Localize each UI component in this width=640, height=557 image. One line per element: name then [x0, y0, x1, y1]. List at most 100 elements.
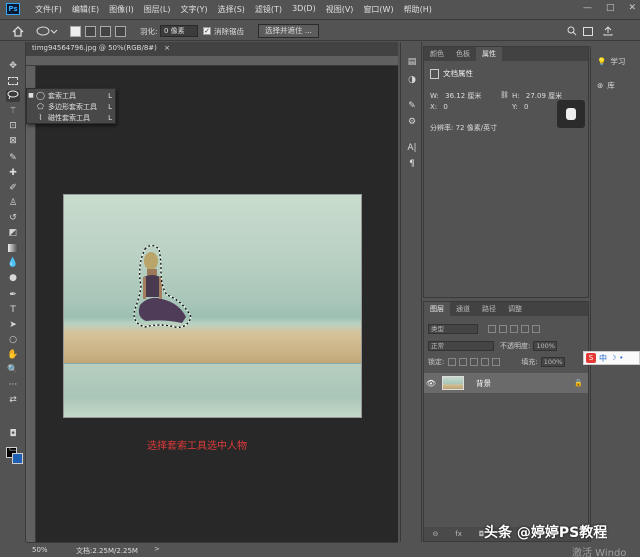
paragraph-panel-icon[interactable]: ¶ [405, 158, 419, 170]
blend-mode-select[interactable]: 正常 [428, 341, 494, 351]
status-menu-arrow-icon[interactable]: > [154, 545, 160, 553]
link-icon[interactable]: ⊝ [432, 530, 438, 538]
feather-input[interactable]: 0 像素 [160, 25, 198, 37]
smart-object-filter-icon[interactable] [532, 325, 540, 333]
select-and-mask-button[interactable]: 选择并遮住 ... [258, 24, 320, 38]
menu-filter[interactable]: 滤镜(T) [250, 4, 287, 15]
adjustment-filter-icon[interactable] [499, 325, 507, 333]
clone-stamp-icon[interactable]: ♙ [6, 197, 20, 209]
character-panel-icon[interactable]: A| [405, 142, 419, 154]
dodge-tool-icon[interactable]: ● [6, 272, 20, 284]
menu-type[interactable]: 文字(Y) [175, 4, 212, 15]
magic-wand-icon[interactable]: ⚚ [6, 105, 20, 117]
lock-transparent-icon[interactable] [448, 358, 457, 366]
fill-input[interactable]: 100% [540, 357, 565, 367]
search-icon[interactable] [567, 24, 577, 38]
lock-position-icon[interactable] [470, 358, 479, 366]
home-icon[interactable] [12, 24, 24, 38]
swap-colors-icon[interactable]: ⇄ [6, 394, 20, 406]
menu-view[interactable]: 视图(V) [321, 4, 359, 15]
menu-image[interactable]: 图像(I) [104, 4, 139, 15]
tab-layers[interactable]: 图层 [424, 302, 450, 316]
intersect-selection-icon[interactable] [115, 24, 126, 38]
tab-swatches[interactable]: 色板 [450, 47, 476, 61]
more-tools-icon[interactable]: ··· [6, 379, 20, 391]
new-selection-icon[interactable] [70, 24, 81, 38]
flyout-item-lasso[interactable]: ■ ◯ 套索工具 L [27, 90, 115, 101]
height-field[interactable]: H: 27.09 厘米 [512, 91, 562, 101]
workspace-icon[interactable] [583, 24, 593, 38]
cloud-document-icon[interactable] [557, 100, 585, 128]
add-selection-icon[interactable] [85, 24, 96, 38]
menu-select[interactable]: 选择(S) [213, 4, 250, 15]
document-tab[interactable]: timg94564796.jpg @ 50%(RGB/8#) × [26, 42, 398, 56]
ime-punct-icon[interactable]: • [619, 354, 623, 362]
history-panel-icon[interactable]: ▤ [405, 56, 419, 68]
lock-pixels-icon[interactable] [459, 358, 468, 366]
menu-file[interactable]: 文件(F) [30, 4, 67, 15]
menu-layer[interactable]: 图层(L) [139, 4, 176, 15]
menu-help[interactable]: 帮助(H) [399, 4, 437, 15]
fx-icon[interactable]: fx [455, 530, 462, 538]
close-tab-icon[interactable]: × [164, 44, 170, 52]
type-filter-icon[interactable] [510, 325, 518, 333]
share-icon[interactable] [603, 24, 613, 38]
eraser-tool-icon[interactable]: ◩ [6, 227, 20, 239]
tab-paths[interactable]: 路径 [476, 302, 502, 316]
pen-tool-icon[interactable]: ✒ [6, 289, 20, 301]
history-brush-icon[interactable]: ↺ [6, 212, 20, 224]
clone-source-icon[interactable]: ⚙ [405, 116, 419, 128]
close-button[interactable]: ✕ [628, 3, 636, 13]
ime-logo-icon[interactable]: S [586, 353, 596, 363]
menu-edit[interactable]: 编辑(E) [67, 4, 104, 15]
antialias-checkbox[interactable]: ✓ 消除锯齿 [203, 24, 244, 38]
lock-artboard-icon[interactable] [481, 358, 490, 366]
layer-lock-icon[interactable]: 🔒 [574, 379, 588, 387]
flyout-item-polygonal-lasso[interactable]: ⬠ 多边形套索工具 L [27, 101, 115, 112]
tab-channels[interactable]: 通道 [450, 302, 476, 316]
move-tool-icon[interactable]: ✥ [6, 60, 20, 72]
width-field[interactable]: W: 36.12 厘米 [430, 91, 481, 101]
layer-name[interactable]: 背景 [476, 378, 574, 389]
zoom-level[interactable]: 50% [32, 546, 48, 554]
tab-adjustments[interactable]: 调整 [502, 302, 528, 316]
opacity-input[interactable]: 100% [533, 341, 558, 351]
maximize-button[interactable]: □ [606, 3, 615, 13]
minimize-button[interactable]: — [583, 3, 592, 13]
eyedropper-icon[interactable]: ✎ [6, 152, 20, 164]
x-field[interactable]: X: 0 [430, 103, 448, 111]
y-field[interactable]: Y: 0 [512, 103, 528, 111]
gradient-tool-icon[interactable] [6, 242, 20, 254]
libraries-panel-button[interactable]: ⊛ 库 [597, 80, 615, 91]
adjustments-panel-icon[interactable]: ◑ [405, 74, 419, 86]
zoom-tool-icon[interactable]: 🔍 [6, 364, 20, 376]
tool-preset-lasso-icon[interactable] [36, 24, 58, 38]
lasso-tool-icon[interactable] [6, 90, 20, 102]
layer-row-background[interactable]: 👁 背景 🔒 [424, 373, 588, 393]
pixel-filter-icon[interactable] [488, 325, 496, 333]
flyout-item-magnetic-lasso[interactable]: ⌇ 磁性套索工具 L [27, 112, 115, 123]
tab-color[interactable]: 颜色 [424, 47, 450, 61]
ime-moon-icon[interactable]: ☽ [610, 354, 616, 362]
document-image[interactable] [63, 194, 362, 418]
shape-tool-icon[interactable]: ○ [6, 334, 20, 346]
menu-3d[interactable]: 3D(D) [287, 4, 321, 15]
healing-brush-icon[interactable]: ✚ [6, 167, 20, 179]
lock-all-icon[interactable] [492, 358, 501, 366]
type-tool-icon[interactable]: T [6, 304, 20, 316]
marquee-tool-icon[interactable] [6, 75, 20, 87]
blur-tool-icon[interactable]: 💧 [6, 257, 20, 269]
subtract-selection-icon[interactable] [100, 24, 111, 38]
learn-panel-button[interactable]: 💡 学习 [597, 56, 625, 67]
link-dimensions-icon[interactable]: ⛓ [500, 91, 509, 99]
ime-chinese-mode[interactable]: 中 [599, 353, 607, 364]
screen-mode-icon[interactable]: ▭ [6, 443, 20, 455]
tab-properties[interactable]: 属性 [476, 47, 502, 61]
shape-filter-icon[interactable] [521, 325, 529, 333]
brush-tool-icon[interactable]: ✐ [6, 182, 20, 194]
frame-tool-icon[interactable]: ⊠ [6, 135, 20, 147]
path-selection-icon[interactable]: ➤ [6, 319, 20, 331]
menu-window[interactable]: 窗口(W) [358, 4, 398, 15]
layer-kind-filter[interactable]: 类型 [428, 324, 478, 334]
hand-tool-icon[interactable]: ✋ [6, 349, 20, 361]
